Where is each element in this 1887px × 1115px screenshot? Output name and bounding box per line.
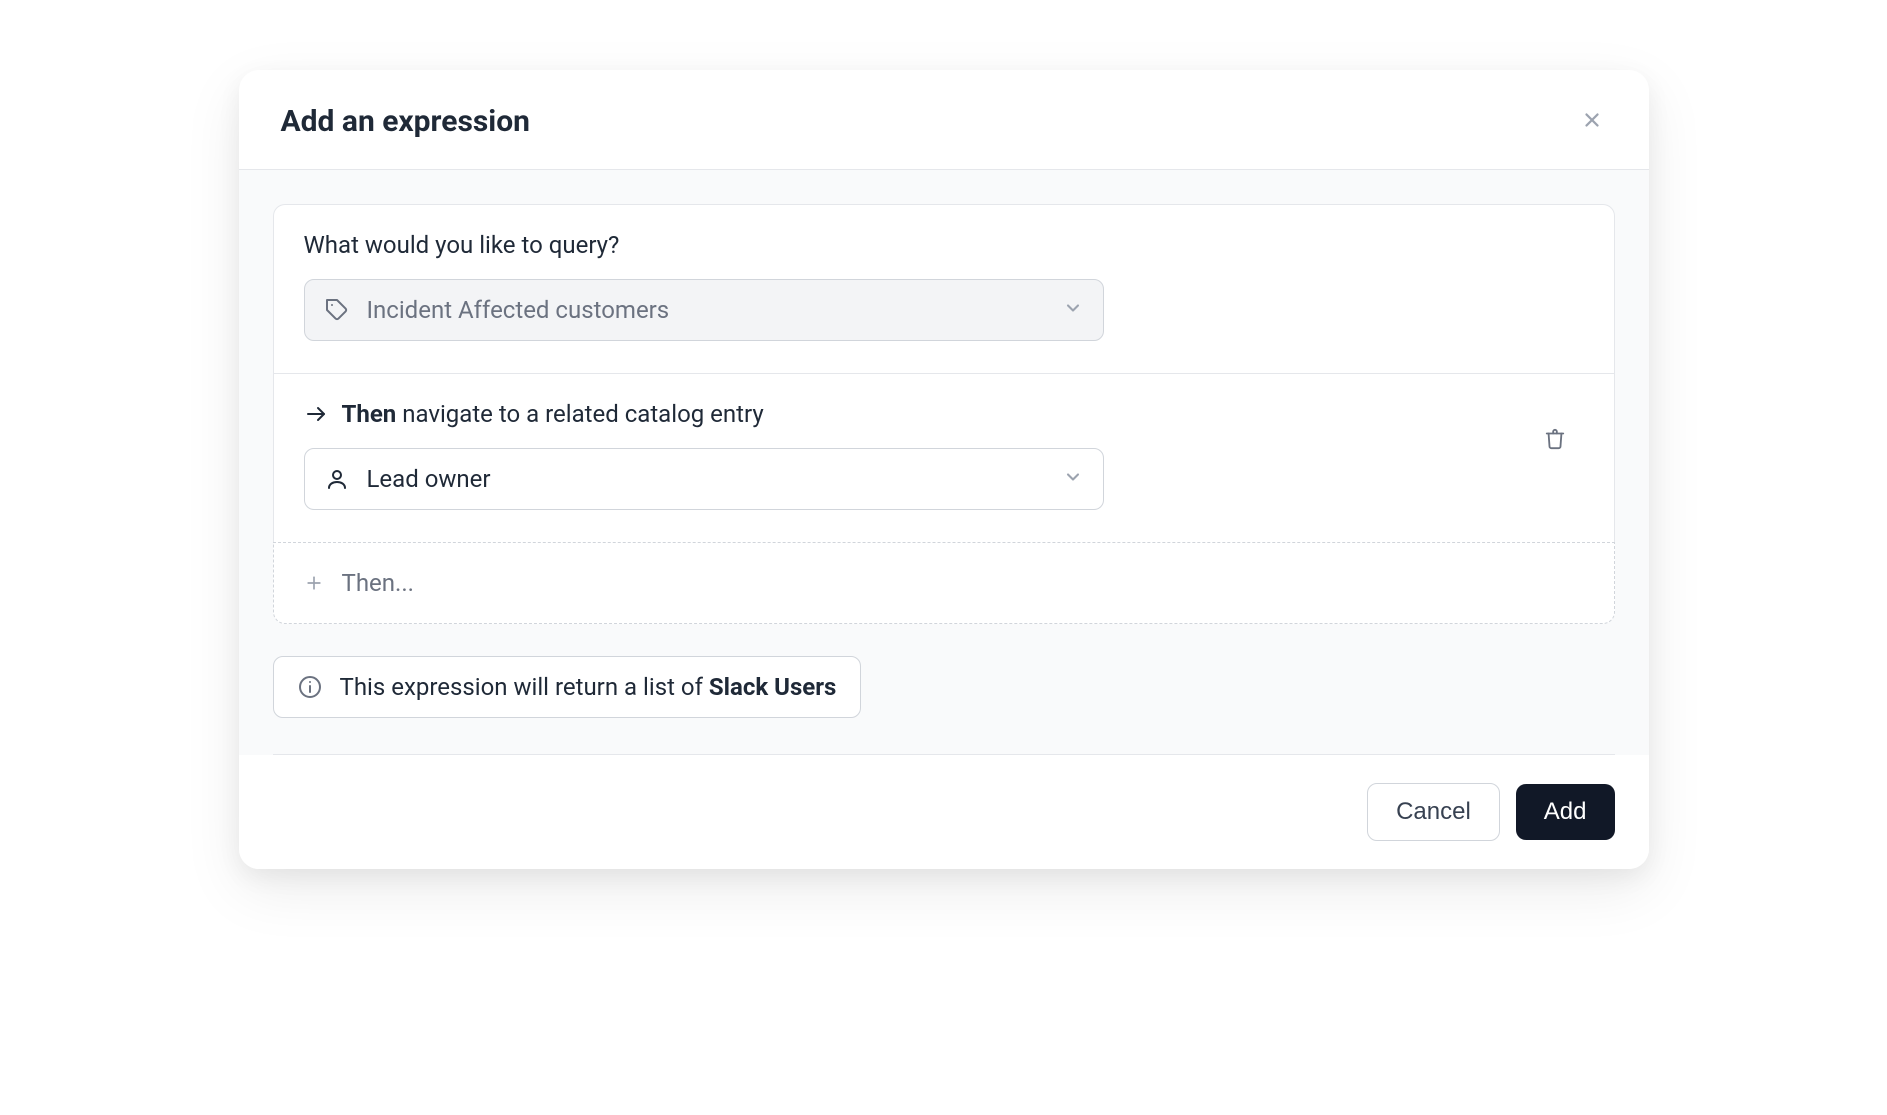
modal-header: Add an expression bbox=[239, 70, 1649, 170]
expression-card: What would you like to query? Incident A… bbox=[273, 204, 1615, 542]
plus-icon bbox=[304, 573, 324, 593]
arrow-right-icon bbox=[304, 402, 328, 426]
navigate-section: Then navigate to a related catalog entry bbox=[274, 373, 1614, 542]
return-type-text: This expression will return a list of Sl… bbox=[340, 673, 837, 701]
modal-body: What would you like to query? Incident A… bbox=[239, 170, 1649, 755]
trash-icon bbox=[1544, 428, 1566, 453]
chevron-down-icon bbox=[1063, 298, 1083, 322]
query-label: What would you like to query? bbox=[304, 231, 1584, 259]
info-icon bbox=[298, 675, 322, 699]
close-button[interactable] bbox=[1577, 105, 1607, 138]
delete-step-button[interactable] bbox=[1538, 422, 1572, 459]
add-then-button[interactable]: Then... bbox=[273, 542, 1615, 624]
modal-footer: Cancel Add bbox=[239, 755, 1649, 869]
then-navigate-header: Then navigate to a related catalog entry bbox=[304, 400, 1518, 428]
modal-title: Add an expression bbox=[281, 104, 530, 139]
add-button[interactable]: Add bbox=[1516, 784, 1615, 840]
query-section: What would you like to query? Incident A… bbox=[274, 205, 1614, 373]
cancel-button[interactable]: Cancel bbox=[1367, 783, 1500, 841]
close-icon bbox=[1581, 109, 1603, 134]
navigate-select-value: Lead owner bbox=[367, 465, 1045, 493]
return-type-info: This expression will return a list of Sl… bbox=[273, 656, 862, 718]
query-select[interactable]: Incident Affected customers bbox=[304, 279, 1104, 341]
then-navigate-text: Then navigate to a related catalog entry bbox=[342, 400, 764, 428]
expression-modal: Add an expression What would you like to… bbox=[239, 70, 1649, 869]
tag-icon bbox=[325, 298, 349, 322]
person-icon bbox=[325, 467, 349, 491]
query-select-value: Incident Affected customers bbox=[367, 296, 1045, 324]
navigate-select[interactable]: Lead owner bbox=[304, 448, 1104, 510]
add-then-label: Then... bbox=[342, 569, 415, 597]
chevron-down-icon bbox=[1063, 467, 1083, 491]
